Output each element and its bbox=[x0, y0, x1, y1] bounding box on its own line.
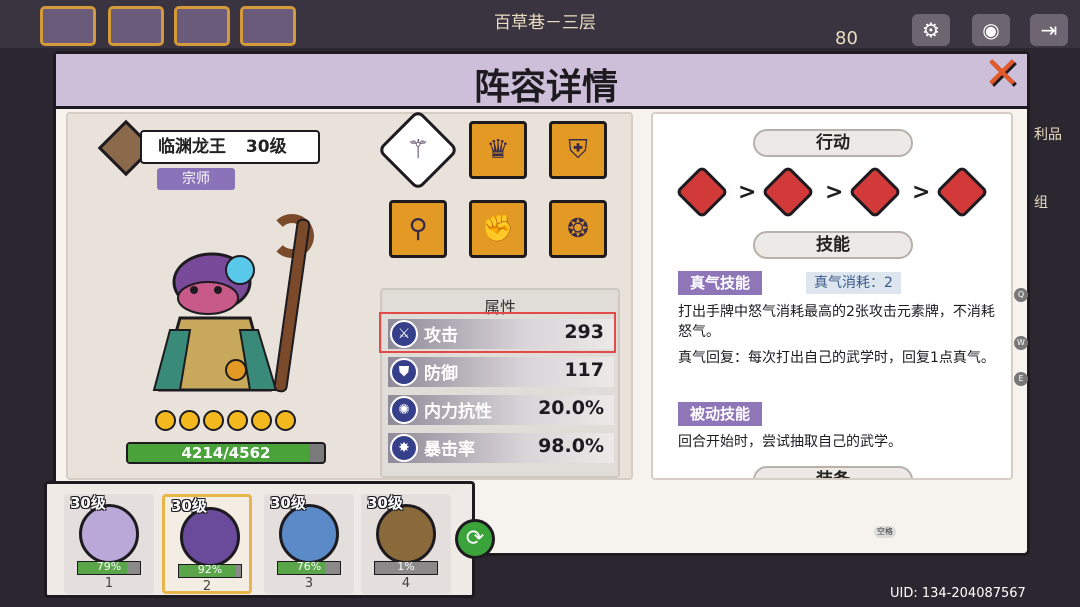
team-member-4[interactable]: 30级 1% 4 bbox=[361, 494, 451, 594]
attr-label: 内力抗性 bbox=[424, 402, 492, 422]
crit-icon: ✸ bbox=[390, 434, 418, 462]
team-hp-pct: 92% bbox=[197, 564, 223, 576]
attr-value: 98.0% bbox=[538, 435, 604, 457]
armor-icon: ⛨ bbox=[568, 135, 588, 165]
settings-gear-icon[interactable]: ⚙ bbox=[912, 14, 950, 46]
spiral-icon: ✺ bbox=[390, 396, 418, 424]
star-icon bbox=[155, 410, 176, 431]
top-portrait-1[interactable] bbox=[40, 6, 96, 46]
hp-text: 4214/4562 bbox=[181, 444, 271, 462]
score-display: 80 bbox=[835, 28, 858, 49]
attack-highlight-box bbox=[379, 312, 616, 353]
team-hp-pct: 79% bbox=[96, 561, 122, 573]
team-hp-pct: 1% bbox=[397, 561, 415, 573]
equip-slot-4[interactable]: ⚲ bbox=[389, 200, 447, 258]
passive-skill-tag: 被动技能 bbox=[678, 402, 763, 426]
attr-value: 117 bbox=[564, 359, 604, 381]
swap-refresh-button[interactable]: ⟳ bbox=[455, 519, 495, 559]
star-icon bbox=[179, 410, 200, 431]
team-hp-bar: 1% bbox=[374, 561, 438, 575]
uid-label: UID: 134-204087567 bbox=[890, 586, 1026, 601]
qi-skill-tag: 真气技能 bbox=[678, 271, 763, 295]
action-arrow-3: > bbox=[912, 180, 931, 205]
space-key-hint: 空格 bbox=[874, 526, 896, 538]
team-slot-number: 1 bbox=[104, 576, 114, 591]
team-level: 30级 bbox=[367, 494, 403, 512]
top-portrait-3[interactable] bbox=[174, 6, 230, 46]
shield-icon: ⛊ bbox=[390, 358, 418, 386]
team-member-1[interactable]: 30级 79% 1 bbox=[64, 494, 154, 594]
team-hp-bar: 76% bbox=[277, 561, 341, 575]
hp-bar: 4214/4562 bbox=[126, 442, 326, 464]
avatar bbox=[279, 504, 339, 564]
action-arrow-2: > bbox=[825, 180, 844, 205]
attr-row-resistance: ✺ 内力抗性 20.0% bbox=[388, 395, 614, 425]
team-hp-pct: 76% bbox=[296, 561, 322, 573]
avatar bbox=[180, 507, 240, 567]
team-level: 30级 bbox=[70, 494, 106, 512]
equip-slot-5[interactable]: ✊ bbox=[469, 200, 527, 258]
avatar bbox=[376, 504, 436, 564]
team-hp-bar: 79% bbox=[77, 561, 141, 575]
equip-slot-6[interactable]: ❂ bbox=[549, 200, 607, 258]
pendant-icon: ❂ bbox=[567, 214, 589, 244]
skill-section-tab: 技能 bbox=[753, 231, 913, 259]
top-portrait-2[interactable] bbox=[108, 6, 164, 46]
action-arrow-1: > bbox=[738, 180, 757, 205]
team-slot-number: 4 bbox=[401, 576, 411, 591]
qi-skill-desc: 打出手牌中怒气消耗最高的2张攻击元素牌，不消耗怒气。 bbox=[678, 304, 995, 340]
team-member-3[interactable]: 30级 76% 3 bbox=[264, 494, 354, 594]
exit-icon[interactable]: ⇥ bbox=[1030, 14, 1068, 46]
attr-row-defense: ⛊ 防御 117 bbox=[388, 357, 614, 387]
hero-name-box: 临渊龙王 30级 bbox=[140, 130, 320, 164]
panel-header: 阵容详情 bbox=[56, 54, 1027, 109]
boots-icon: ⚲ bbox=[408, 214, 428, 244]
passive-skill-desc: 回合开始时，尝试抽取自己的武学。 bbox=[678, 434, 902, 450]
hero-level: 30级 bbox=[245, 137, 287, 157]
star-icon bbox=[203, 410, 224, 431]
team-slot-number: 2 bbox=[202, 579, 212, 594]
equip-section-tab: 装备 bbox=[753, 466, 913, 478]
attr-value: 20.0% bbox=[538, 397, 604, 419]
team-slot-number: 3 bbox=[304, 576, 314, 591]
camera-icon[interactable]: ◉ bbox=[972, 14, 1010, 46]
attr-label: 防御 bbox=[424, 364, 458, 384]
star-icon bbox=[275, 410, 296, 431]
attr-label: 暴击率 bbox=[424, 440, 475, 460]
key-hint-q: Q bbox=[1014, 288, 1028, 302]
team-hp-bar: 92% bbox=[178, 564, 242, 578]
location-title: 百草巷－三层 bbox=[494, 13, 596, 33]
team-member-2[interactable]: 30级 92% 2 bbox=[162, 494, 252, 594]
helmet-icon: ♛ bbox=[486, 135, 510, 165]
attr-row-crit: ✸ 暴击率 98.0% bbox=[388, 433, 614, 463]
qi-cost-tag: 真气消耗：2 bbox=[806, 272, 901, 294]
hero-rank-badge: 宗师 bbox=[157, 168, 235, 190]
star-rating bbox=[155, 410, 305, 432]
hero-portrait[interactable] bbox=[150, 240, 290, 400]
staff-icon: ⚚ bbox=[406, 135, 430, 165]
star-icon bbox=[227, 410, 248, 431]
close-button[interactable]: ✕ bbox=[980, 52, 1024, 96]
action-section-tab: 行动 bbox=[753, 129, 913, 157]
team-level: 30级 bbox=[171, 497, 207, 515]
avatar bbox=[79, 504, 139, 564]
equip-slot-3[interactable]: ⛨ bbox=[549, 121, 607, 179]
key-hint-w: W bbox=[1014, 336, 1028, 350]
equip-slot-2[interactable]: ♛ bbox=[469, 121, 527, 179]
top-portrait-4[interactable] bbox=[240, 6, 296, 46]
side-label-loot[interactable]: 利品 bbox=[1034, 124, 1062, 144]
side-label-group[interactable]: 组 bbox=[1034, 192, 1048, 212]
team-level: 30级 bbox=[270, 494, 306, 512]
qi-recover-desc: 真气回复：每次打出自己的武学时，回复1点真气。 bbox=[678, 350, 995, 366]
key-hint-e: E bbox=[1014, 372, 1028, 386]
star-icon bbox=[251, 410, 272, 431]
panel-title: 阵容详情 bbox=[473, 67, 618, 108]
gauntlets-icon: ✊ bbox=[481, 214, 515, 244]
hero-name: 临渊龙王 bbox=[158, 137, 226, 157]
